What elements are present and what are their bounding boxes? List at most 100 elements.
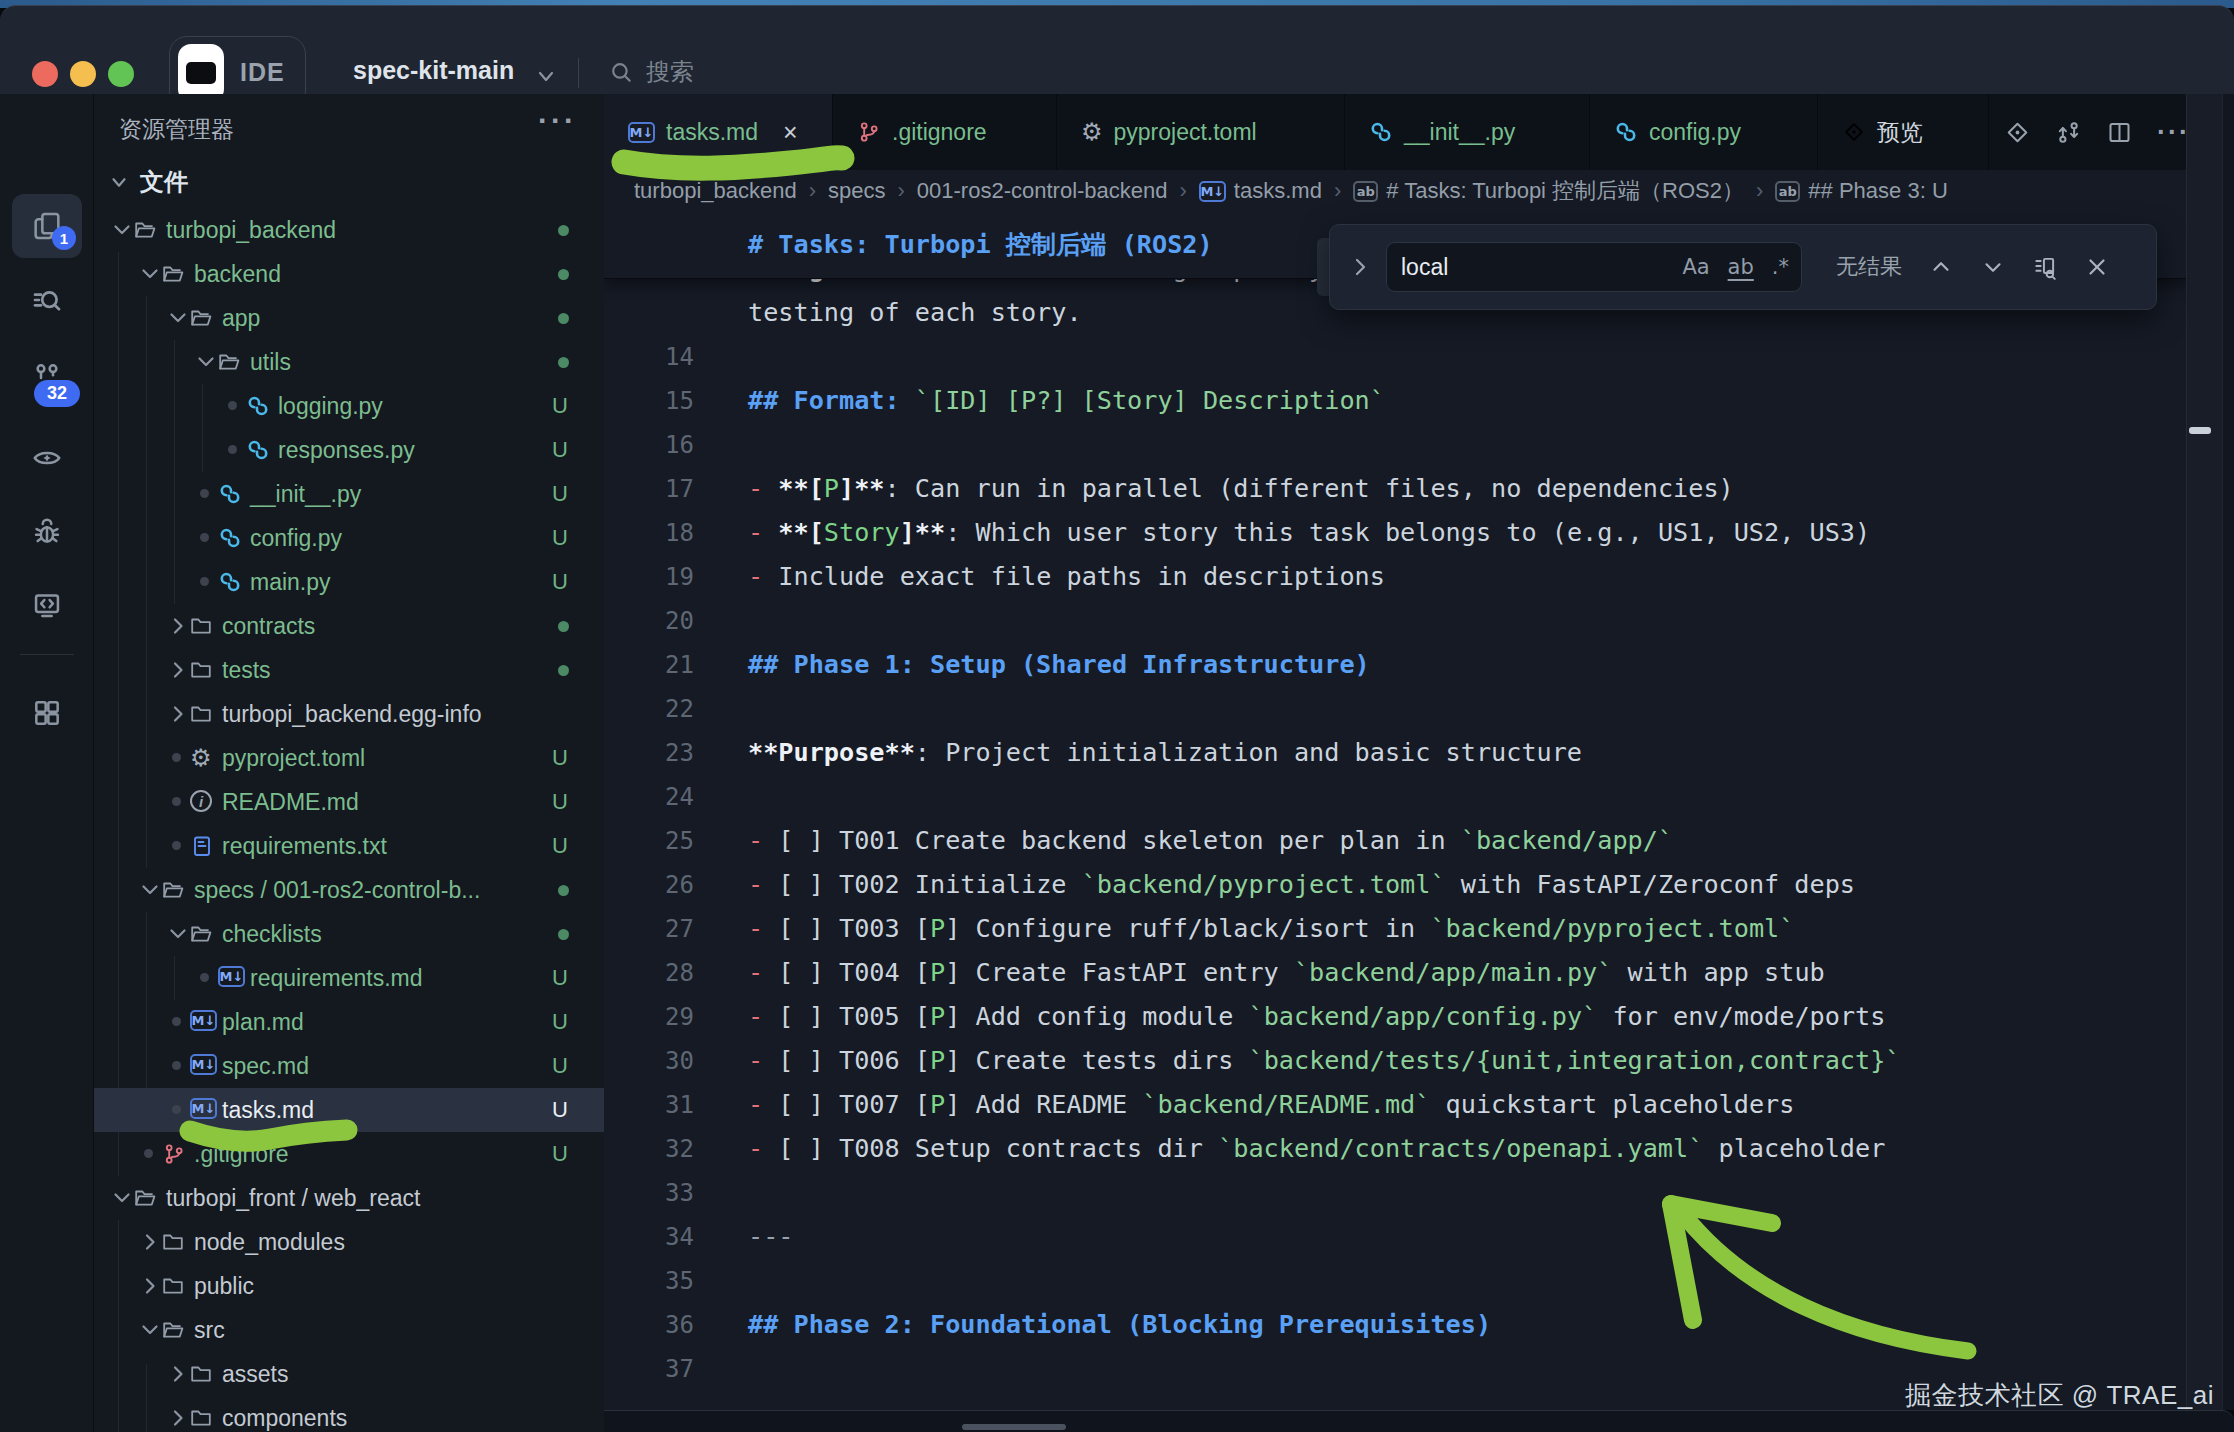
- bottom-panel-edge: [604, 1410, 2234, 1432]
- editor-line: 31- [ ] T007 [P] Add README `backend/REA…: [604, 1083, 2186, 1127]
- scrollbar-thumb[interactable]: [2189, 427, 2211, 434]
- tree-item-logging.py[interactable]: logging.pyU: [94, 384, 604, 428]
- chevron-right-icon: [138, 1274, 162, 1298]
- git-untracked-badge: U: [552, 516, 568, 560]
- trae-logo-icon: [178, 44, 224, 102]
- markdown-icon: M↓: [190, 1054, 217, 1075]
- tab-tasks.md[interactable]: M↓tasks.md×: [604, 94, 833, 170]
- tree-item-backend[interactable]: backend: [94, 252, 604, 296]
- tree-item-requirements.md[interactable]: M↓requirements.mdU: [94, 956, 604, 1000]
- breadcrumb-item[interactable]: M↓tasks.md: [1199, 178, 1322, 204]
- tree-item-__init__.py[interactable]: __init__.pyU: [94, 472, 604, 516]
- editor-pane[interactable]: 13**Organization**: Tasks are grouped by…: [604, 212, 2186, 1410]
- tab-__init__.py[interactable]: __init__.py: [1345, 94, 1590, 170]
- chevron-down-icon: [108, 171, 130, 193]
- tree-item-config.py[interactable]: config.pyU: [94, 516, 604, 560]
- tree-item-checklists[interactable]: checklists: [94, 912, 604, 956]
- chevron-down-icon: [138, 878, 162, 902]
- match-case-button[interactable]: Aa: [1682, 255, 1709, 279]
- whole-word-button[interactable]: ab: [1728, 255, 1754, 279]
- tree-item-node_modules[interactable]: node_modules: [94, 1220, 604, 1264]
- tree-item-tasks.md[interactable]: M↓tasks.mdU: [94, 1088, 604, 1132]
- breadcrumb-item[interactable]: 001-ros2-control-backend: [917, 178, 1168, 204]
- global-search[interactable]: 搜索: [608, 56, 694, 88]
- editor-line: 34---: [604, 1215, 2186, 1259]
- more-actions-icon[interactable]: ···: [538, 104, 577, 138]
- activity-extensions[interactable]: [12, 681, 82, 745]
- tree-item-pyproject.toml[interactable]: ⚙pyproject.tomlU: [94, 736, 604, 780]
- tree-item-app[interactable]: app: [94, 296, 604, 340]
- tree-item-turbopi_backend.egg-info[interactable]: turbopi_backend.egg-info: [94, 692, 604, 736]
- regex-button[interactable]: .*: [1772, 255, 1789, 279]
- activity-remote[interactable]: [12, 573, 82, 637]
- tree-item-components[interactable]: components: [94, 1396, 604, 1432]
- chevron-right-icon: [166, 614, 190, 638]
- folder-icon: [133, 218, 157, 242]
- editor-line: 26- [ ] T002 Initialize `backend/pyproje…: [604, 863, 2186, 907]
- git-compare-icon[interactable]: [2055, 119, 2082, 146]
- activity-bar: 1 32: [0, 94, 94, 1432]
- tree-item-utils[interactable]: utils: [94, 340, 604, 384]
- section-files[interactable]: 文件: [108, 166, 188, 198]
- git-untracked-badge: U: [552, 384, 568, 428]
- tab-[interactable]: 预览: [1818, 94, 1989, 170]
- editor-line: 23**Purpose**: Project initialization an…: [604, 731, 2186, 775]
- next-match-button[interactable]: [1980, 254, 2006, 280]
- git-untracked-badge: U: [552, 1088, 568, 1132]
- tab-config.py[interactable]: config.py: [1590, 94, 1818, 170]
- tree-item-assets[interactable]: assets: [94, 1352, 604, 1396]
- chevron-down-icon: [138, 1318, 162, 1342]
- chevron-right-icon: [138, 1230, 162, 1254]
- git-untracked-badge: U: [552, 1132, 568, 1176]
- activity-preview[interactable]: [12, 426, 82, 490]
- tree-item-spec.md[interactable]: M↓spec.mdU: [94, 1044, 604, 1088]
- badge-count: 32: [34, 380, 80, 407]
- tree-item-contracts[interactable]: contracts: [94, 604, 604, 648]
- find-input[interactable]: local Aa ab .*: [1386, 242, 1802, 292]
- breadcrumb-item[interactable]: ab# Tasks: Turbopi 控制后端（ROS2）: [1353, 176, 1744, 206]
- activity-source-control[interactable]: 32: [12, 344, 82, 408]
- tree-item-responses.py[interactable]: responses.pyU: [94, 428, 604, 472]
- tree-item-plan.md[interactable]: M↓plan.mdU: [94, 1000, 604, 1044]
- find-widget-grip[interactable]: [1317, 238, 1329, 296]
- editor-line: 19- Include exact file paths in descript…: [604, 555, 2186, 599]
- close-window-button[interactable]: [32, 61, 58, 87]
- tree-item-src[interactable]: src: [94, 1308, 604, 1352]
- preview-icon: [1842, 120, 1866, 144]
- find-result-count: 无结果: [1836, 252, 1902, 282]
- tab-.gitignore[interactable]: .gitignore: [833, 94, 1057, 170]
- breadcrumb-item[interactable]: turbopi_backend: [634, 178, 797, 204]
- tree-item-tests[interactable]: tests: [94, 648, 604, 692]
- bug-icon: [31, 516, 63, 548]
- folder-icon: [189, 1406, 213, 1430]
- activity-debug[interactable]: [12, 500, 82, 564]
- tree-item-.gitignore[interactable]: .gitignoreU: [94, 1132, 604, 1176]
- breadcrumb-item[interactable]: ab## Phase 3: U: [1775, 178, 1947, 204]
- previous-match-button[interactable]: [1928, 254, 1954, 280]
- tree-item-turbopi_frontweb_react[interactable]: turbopi_front / web_react: [94, 1176, 604, 1220]
- split-editor-icon[interactable]: [2106, 119, 2133, 146]
- activity-explorer[interactable]: 1: [12, 194, 82, 258]
- close-find-button[interactable]: [2084, 254, 2110, 280]
- horizontal-scrollbar-thumb[interactable]: [962, 1424, 1066, 1430]
- breadcrumb-item[interactable]: specs: [828, 178, 885, 204]
- find-toggle-chevron-icon[interactable]: [1348, 255, 1372, 279]
- tree-item-public[interactable]: public: [94, 1264, 604, 1308]
- tree-item-turbopi_backend[interactable]: turbopi_backend: [94, 208, 604, 252]
- open-preview-icon[interactable]: [2004, 119, 2031, 146]
- close-tab-icon[interactable]: ×: [783, 118, 798, 147]
- project-switcher[interactable]: spec-kit-main: [353, 56, 514, 85]
- tab-pyproject.toml[interactable]: ⚙pyproject.toml: [1057, 94, 1345, 170]
- tree-item-specs001-ros2-control-b...[interactable]: specs / 001-ros2-control-b...: [94, 868, 604, 912]
- minimize-window-button[interactable]: [70, 61, 96, 87]
- tree-item-requirements.txt[interactable]: requirements.txtU: [94, 824, 604, 868]
- scrollbar-gutter[interactable]: [2186, 94, 2222, 1410]
- tree-item-main.py[interactable]: main.pyU: [94, 560, 604, 604]
- explorer-sidebar: 资源管理器 ··· 文件 turbopi_backendbackendapput…: [94, 94, 604, 1432]
- activity-search[interactable]: [12, 270, 82, 334]
- git-untracked-badge: U: [552, 780, 568, 824]
- tree-item-README.md[interactable]: iREADME.mdU: [94, 780, 604, 824]
- maximize-window-button[interactable]: [108, 61, 134, 87]
- git-modified-dot: [558, 269, 569, 280]
- find-in-selection-button[interactable]: [2032, 254, 2058, 280]
